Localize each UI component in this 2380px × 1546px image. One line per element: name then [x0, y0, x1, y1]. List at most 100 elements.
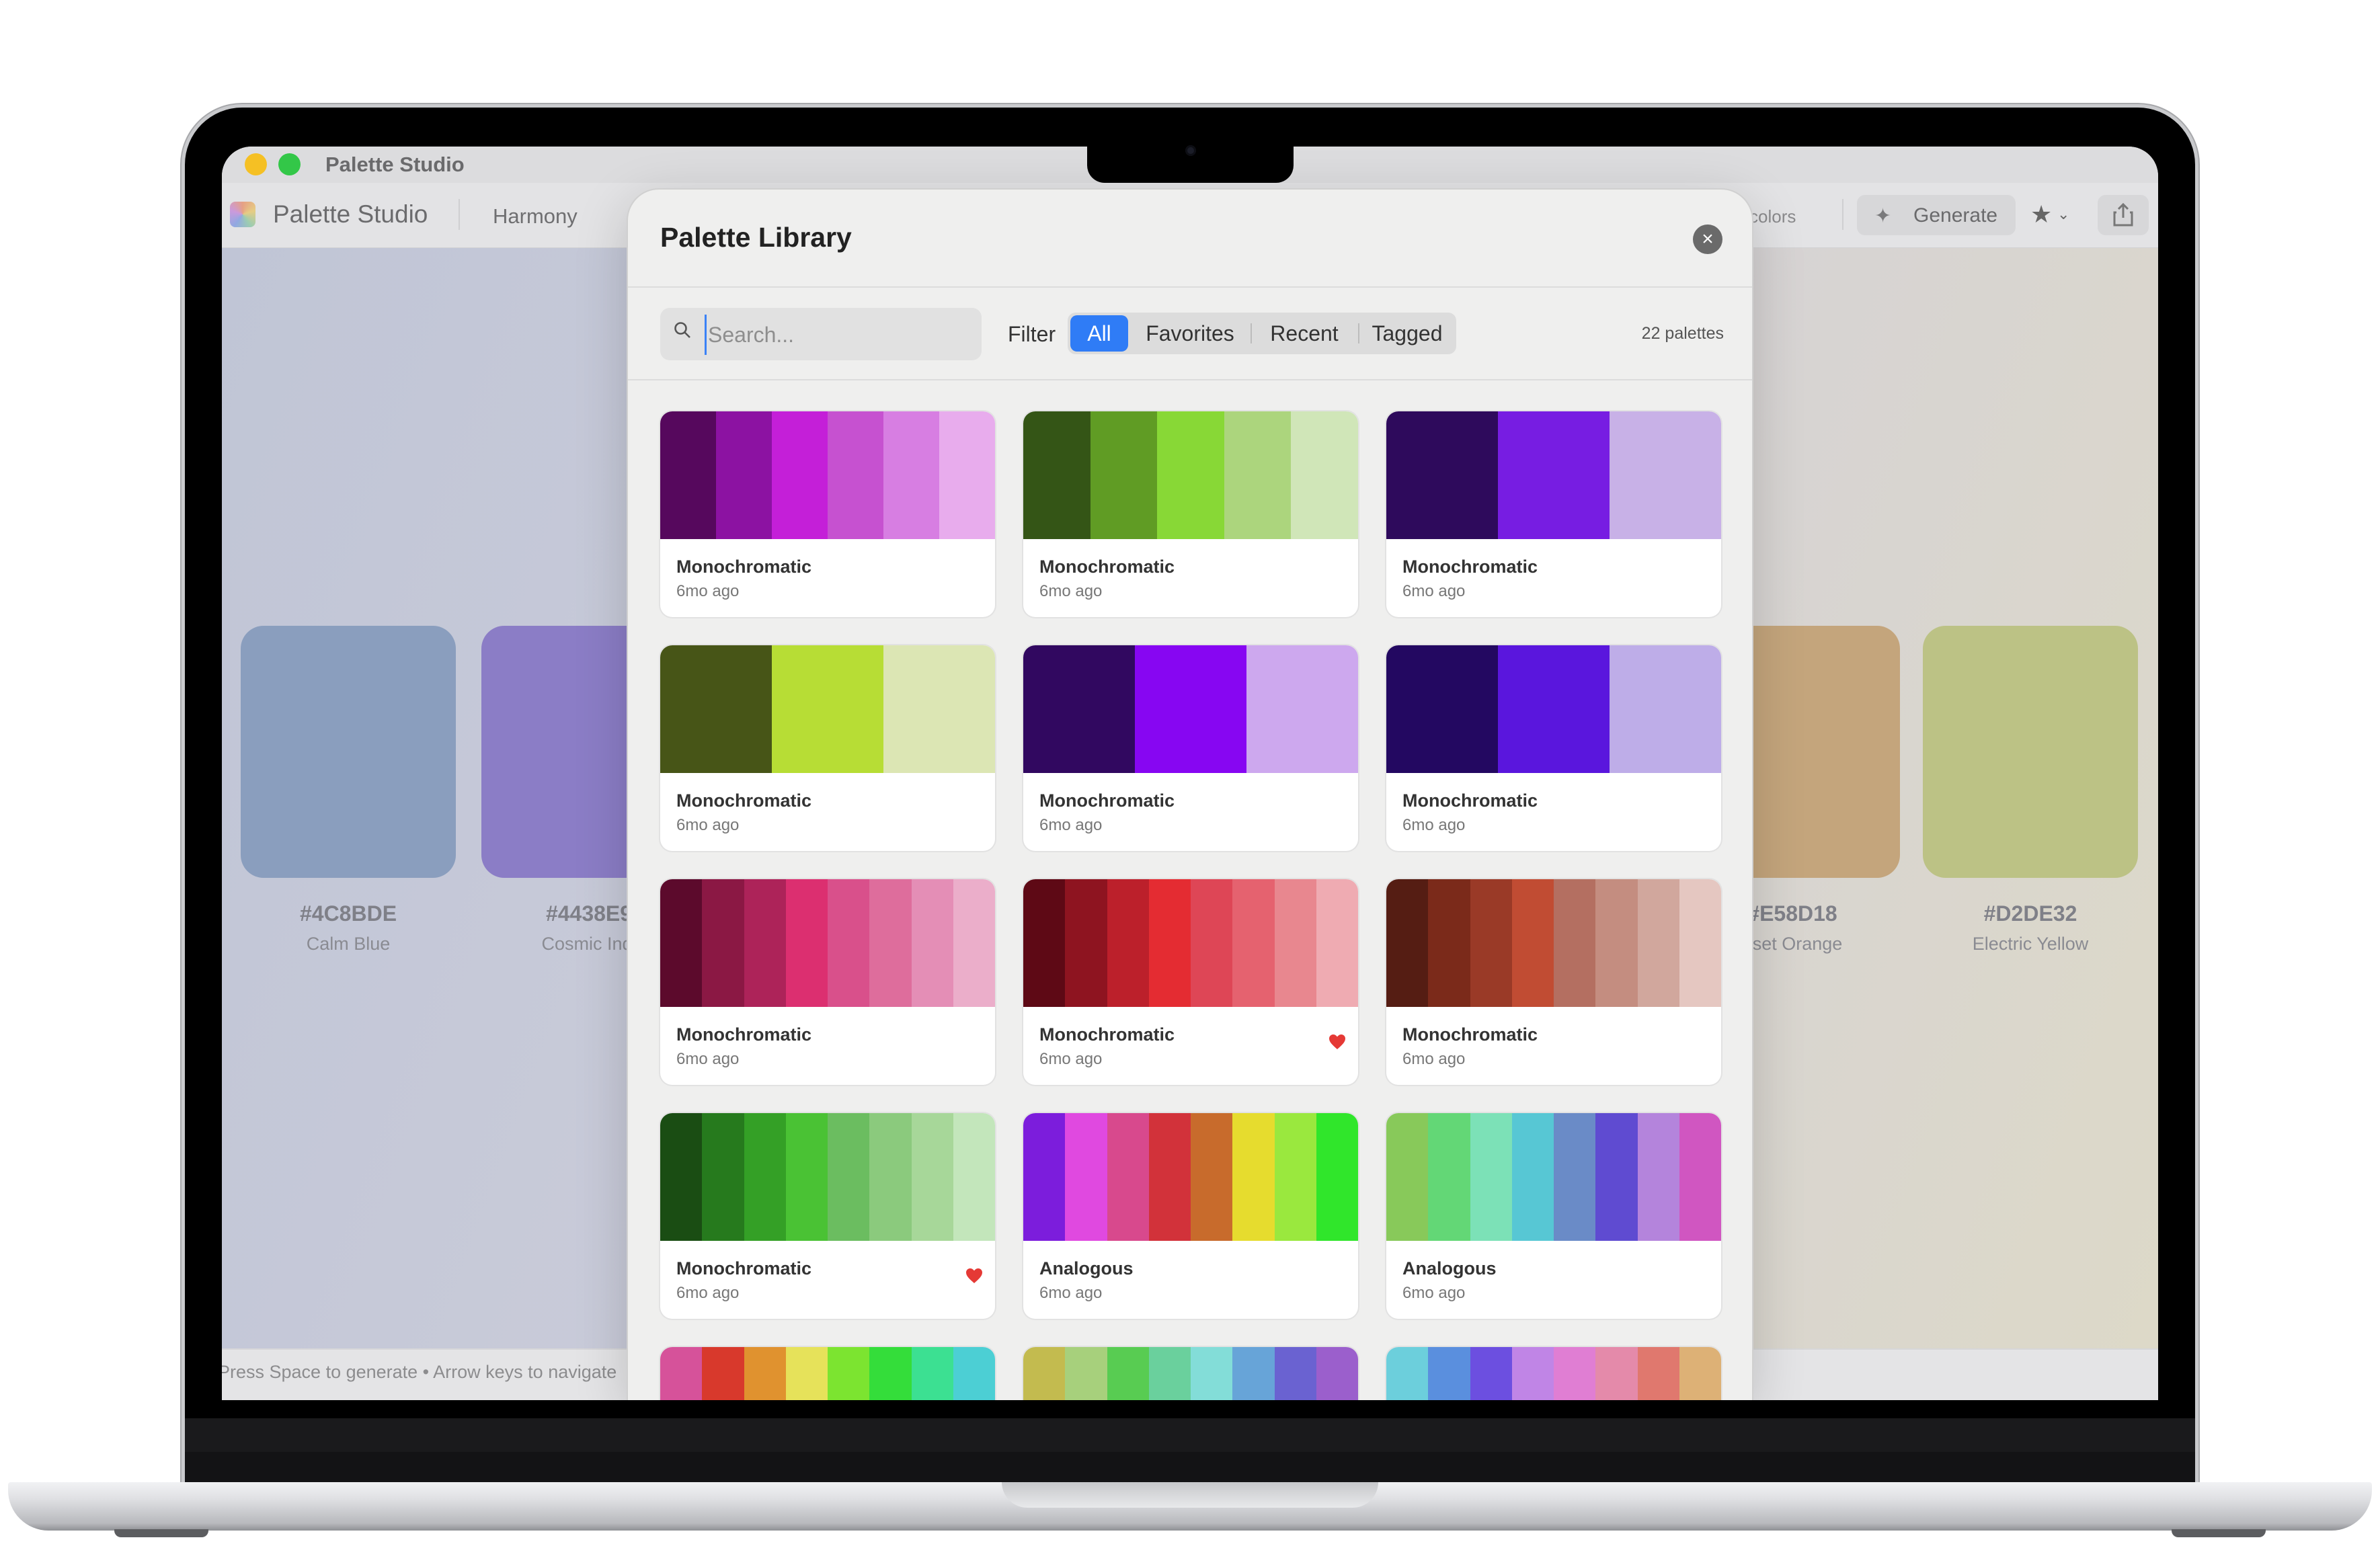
palette-color-strip — [1386, 1113, 1721, 1241]
palette-color-band — [660, 879, 703, 1007]
palette-name: Monochromatic — [676, 557, 812, 577]
palette-color-band — [1554, 1347, 1596, 1400]
palette-color-band — [1274, 1113, 1316, 1241]
palette-color-band — [1065, 1347, 1107, 1400]
app-logo-icon — [230, 202, 255, 227]
filter-recent[interactable]: Recent — [1252, 315, 1357, 352]
filter-label: Filter — [1008, 322, 1056, 346]
palette-color-band — [1316, 879, 1358, 1007]
search-input[interactable] — [705, 315, 971, 355]
palette-date: 6mo ago — [1402, 1050, 1466, 1068]
palette-color-band — [1498, 645, 1610, 773]
palette-color-band — [1107, 1347, 1149, 1400]
palette-color-band — [1023, 879, 1066, 1007]
swatch-hex: #D2DE32 — [1983, 901, 2077, 926]
search-icon — [674, 322, 690, 338]
palette-color-strip — [1023, 411, 1358, 539]
search-field[interactable] — [660, 308, 982, 360]
palette-color-band — [1386, 645, 1498, 773]
palette-card[interactable]: Monochromatic 6mo ago — [1023, 411, 1358, 617]
minimize-window-button[interactable] — [245, 153, 267, 175]
filter-tagged[interactable]: Tagged — [1359, 315, 1455, 352]
palette-color-band — [828, 1347, 870, 1400]
palette-color-band — [1679, 879, 1721, 1007]
palette-color-strip — [1386, 411, 1721, 539]
palette-color-strip — [1386, 1347, 1721, 1400]
palette-color-band — [1511, 1347, 1554, 1400]
palette-card[interactable]: Monochromatic 6mo ago — [1023, 645, 1358, 851]
filter-favorites[interactable]: Favorites — [1131, 315, 1249, 352]
palette-color-band — [1610, 411, 1721, 539]
palette-card[interactable] — [1023, 1347, 1358, 1400]
colors-count-label: colors — [1749, 206, 1796, 227]
palette-color-band — [772, 411, 828, 539]
palette-color-band — [1107, 1113, 1149, 1241]
palette-color-band — [772, 645, 883, 773]
palette-card[interactable] — [1386, 1347, 1721, 1400]
laptop-foot-left — [114, 1529, 208, 1537]
palette-color-band — [702, 879, 744, 1007]
palette-color-band — [1023, 1113, 1066, 1241]
harmony-dropdown[interactable]: Harmony — [493, 204, 578, 229]
close-button[interactable]: × — [1693, 225, 1722, 254]
palette-color-band — [1148, 879, 1191, 1007]
zoom-window-button[interactable] — [278, 153, 301, 175]
palette-color-band — [1428, 879, 1470, 1007]
swatch-name: Calm Blue — [306, 934, 391, 954]
swatch-name: Electric Yellow — [1972, 934, 2089, 954]
palette-card[interactable]: Analogous 6mo ago — [1386, 1113, 1721, 1319]
palette-color-band — [702, 1113, 744, 1241]
share-button[interactable] — [2098, 195, 2149, 235]
palette-card[interactable]: Monochromatic 6mo ago — [1386, 879, 1721, 1085]
generate-button[interactable]: ✦ Generate — [1857, 195, 2016, 235]
palette-date: 6mo ago — [1402, 816, 1466, 834]
palette-color-band — [1428, 1113, 1470, 1241]
heart-icon[interactable] — [965, 1268, 983, 1284]
palette-color-band — [1090, 411, 1158, 539]
palette-color-band — [660, 1113, 703, 1241]
palette-card[interactable]: Monochromatic 6mo ago — [660, 1113, 995, 1319]
palette-color-band — [1554, 1113, 1596, 1241]
swatch-hex: #4C8BDE — [299, 901, 397, 926]
palette-color-band — [1595, 879, 1638, 1007]
favorites-menu-button[interactable]: ★ ⌄ — [2025, 195, 2086, 235]
palette-color-band — [911, 1113, 953, 1241]
palette-date: 6mo ago — [1402, 1284, 1466, 1302]
color-swatch[interactable] — [1923, 626, 2138, 878]
palette-card[interactable]: Monochromatic 6mo ago — [1023, 879, 1358, 1085]
laptop-foot-right — [2172, 1529, 2266, 1537]
palette-color-band — [1679, 1347, 1721, 1400]
palette-name: Analogous — [1039, 1258, 1134, 1278]
palette-color-strip — [660, 1347, 995, 1400]
palette-color-band — [869, 1113, 912, 1241]
palette-color-band — [1679, 1113, 1721, 1241]
palette-name: Monochromatic — [1039, 1024, 1175, 1045]
palette-color-band — [785, 1113, 828, 1241]
palette-color-band — [1595, 1347, 1638, 1400]
palette-color-band — [1107, 879, 1149, 1007]
palette-color-band — [1274, 1347, 1316, 1400]
palette-card[interactable]: Monochromatic 6mo ago — [1386, 411, 1721, 617]
palette-card[interactable]: Analogous 6mo ago — [1023, 1113, 1358, 1319]
palette-card[interactable] — [660, 1347, 995, 1400]
palette-card[interactable]: Monochromatic 6mo ago — [660, 879, 995, 1085]
share-icon — [2113, 203, 2133, 227]
palette-color-band — [1023, 1347, 1066, 1400]
palette-color-band — [1386, 1113, 1429, 1241]
palette-color-band — [1224, 411, 1292, 539]
palette-color-strip — [660, 645, 995, 773]
heart-icon[interactable] — [1328, 1034, 1346, 1050]
palette-color-band — [1274, 879, 1316, 1007]
palette-date: 6mo ago — [1039, 582, 1103, 600]
screen: Palette Studio Palette Studio Harmony co… — [222, 147, 2158, 1400]
filter-all[interactable]: All — [1070, 315, 1128, 352]
palette-color-strip — [1023, 645, 1358, 773]
palette-card[interactable]: Monochromatic 6mo ago — [1386, 645, 1721, 851]
palette-name: Monochromatic — [1402, 1024, 1538, 1045]
palette-card[interactable]: Monochromatic 6mo ago — [660, 645, 995, 851]
palette-color-band — [953, 1113, 995, 1241]
palette-card[interactable]: Monochromatic 6mo ago — [660, 411, 995, 617]
palette-color-band — [1232, 1347, 1275, 1400]
color-swatch[interactable] — [241, 626, 456, 878]
palette-name: Monochromatic — [1402, 790, 1538, 811]
